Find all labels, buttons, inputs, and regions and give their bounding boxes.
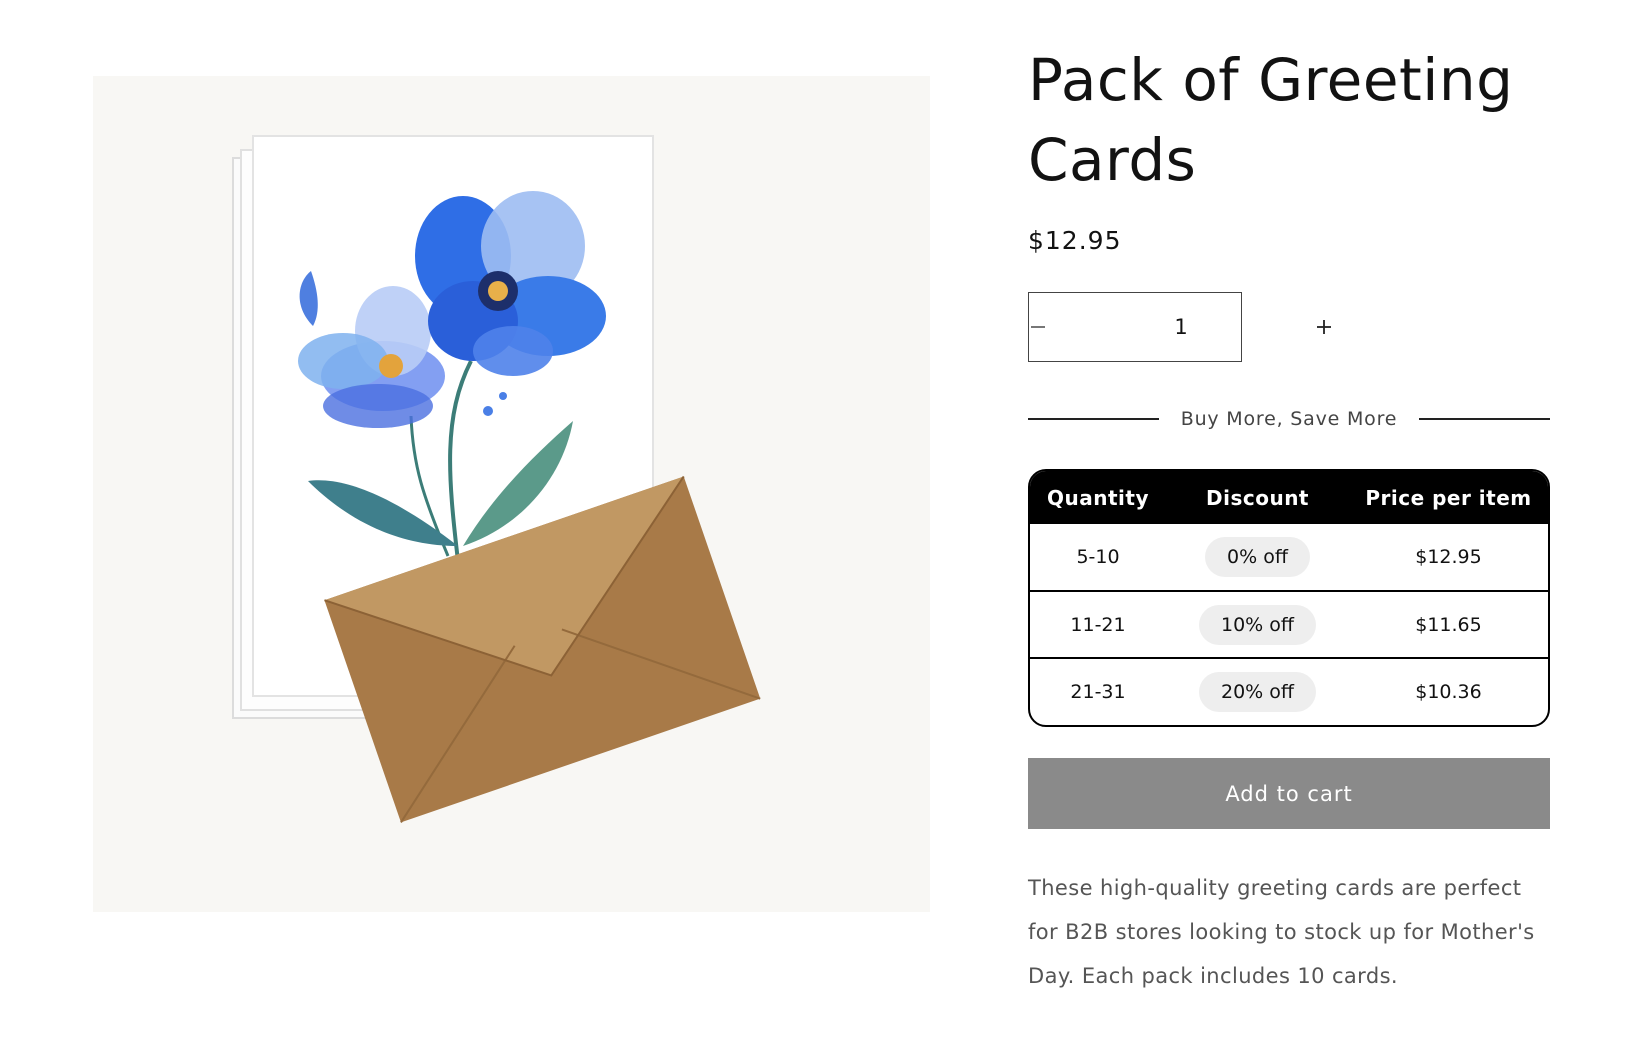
tier-price: $10.36 xyxy=(1349,657,1548,725)
tier-quantity: 21-31 xyxy=(1030,657,1166,725)
tier-price: $12.95 xyxy=(1415,546,1482,568)
tier-quantity: 5-10 xyxy=(1076,546,1120,568)
tier-discount-cell: 20% off xyxy=(1166,657,1349,725)
table-row: 5-10 0% off $12.95 xyxy=(1030,524,1548,591)
add-to-cart-button[interactable]: Add to cart xyxy=(1028,758,1550,829)
product-title: Pack of Greeting Cards xyxy=(1028,46,1514,194)
volume-pricing-heading: Buy More, Save More xyxy=(1180,408,1398,430)
column-header-discount: Discount xyxy=(1166,471,1349,524)
table-row: 11-21 10% off $11.65 xyxy=(1030,590,1548,658)
quantity-input[interactable] xyxy=(1047,293,1315,361)
tier-discount-cell: 10% off xyxy=(1166,590,1349,658)
quantity-decrease-button[interactable] xyxy=(1029,293,1047,361)
quantity-increase-button[interactable] xyxy=(1315,293,1333,361)
product-price: $12.95 xyxy=(1028,226,1122,255)
discount-badge: 0% off xyxy=(1205,537,1310,577)
discount-badge: 10% off xyxy=(1199,604,1316,645)
product-description: These high-quality greeting cards are pe… xyxy=(1028,876,1535,988)
plus-icon xyxy=(1317,320,1331,334)
tier-quantity: 11-21 xyxy=(1030,590,1166,658)
table-row: 21-31 20% off $10.36 xyxy=(1030,657,1548,725)
tier-discount-cell: 0% off xyxy=(1166,524,1349,591)
volume-pricing-divider: Buy More, Save More xyxy=(1028,408,1550,430)
tier-price: $11.65 xyxy=(1349,590,1548,658)
discount-badge: 20% off xyxy=(1199,672,1316,712)
divider-line xyxy=(1028,418,1159,420)
greeting-card-envelope-illustration xyxy=(232,135,761,823)
quantity-stepper[interactable] xyxy=(1028,292,1331,362)
product-info: Pack of Greeting Cards $12.95 Buy More, … xyxy=(1028,40,1550,988)
column-header-quantity: Quantity xyxy=(1030,471,1166,524)
divider-line xyxy=(1419,418,1550,420)
column-header-price: Price per item xyxy=(1349,471,1548,524)
minus-icon xyxy=(1031,326,1045,328)
product-image[interactable] xyxy=(93,76,930,912)
volume-pricing-table: Quantity Discount Price per item 5-10 0%… xyxy=(1028,469,1550,727)
table-header-row: Quantity Discount Price per item xyxy=(1030,471,1548,524)
